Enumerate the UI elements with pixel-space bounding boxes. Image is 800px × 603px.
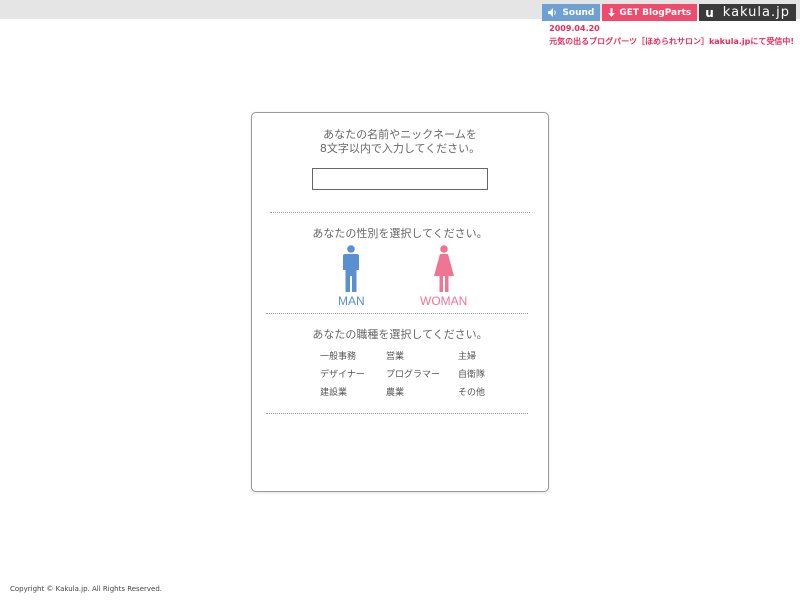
news-date: 2009.04.20 xyxy=(549,24,600,33)
kakula-link[interactable]: u kakula.jp xyxy=(699,4,796,21)
name-input[interactable] xyxy=(312,168,488,190)
job-option[interactable]: 営業 xyxy=(386,351,458,363)
man-icon xyxy=(343,245,360,292)
sound-label: Sound xyxy=(562,7,595,18)
kakula-label: kakula.jp xyxy=(722,5,790,20)
man-label: MAN xyxy=(338,294,365,308)
top-buttons: Sound GET BlogParts u kakula.jp xyxy=(542,4,796,21)
job-option[interactable]: 一般事務 xyxy=(320,351,386,363)
kakula-logo-icon: u xyxy=(705,5,715,20)
job-option[interactable]: 主婦 xyxy=(458,351,520,363)
job-option[interactable]: 建設業 xyxy=(320,387,386,399)
blogparts-label: GET BlogParts xyxy=(619,7,692,18)
name-prompt-line1: あなたの名前やニックネームを xyxy=(323,128,477,141)
gender-man-option[interactable]: MAN xyxy=(338,245,365,308)
job-option[interactable]: 自衛隊 xyxy=(458,369,520,381)
copyright: Copyright © Kakula.jp. All Rights Reserv… xyxy=(10,585,162,593)
profile-form-panel: あなたの名前やニックネームを 8文字以内で入力してください。 あなたの性別を選択… xyxy=(251,112,549,492)
job-option[interactable]: 農業 xyxy=(386,387,458,399)
gender-prompt: あなたの性別を選択してください。 xyxy=(312,227,488,240)
divider xyxy=(266,413,528,414)
name-prompt: あなたの名前やニックネームを 8文字以内で入力してください。 xyxy=(252,128,548,156)
news-text: 元気の出るブログパーツ［ほめられサロン］kakula.jpにて受信中! xyxy=(549,37,794,46)
download-arrow-icon xyxy=(608,8,616,17)
job-options: 一般事務 営業 主婦 デザイナー プログラマー 自衛隊 建設業 農業 その他 xyxy=(320,351,520,399)
gender-woman-option[interactable]: WOMAN xyxy=(420,245,467,308)
woman-icon xyxy=(433,245,454,292)
job-prompt: あなたの職種を選択してください。 xyxy=(312,328,488,341)
speaker-icon xyxy=(548,8,557,17)
get-blogparts-button[interactable]: GET BlogParts xyxy=(602,4,698,21)
divider xyxy=(266,313,528,314)
job-option[interactable]: その他 xyxy=(458,387,520,399)
job-option[interactable]: プログラマー xyxy=(386,369,458,381)
news-ticker[interactable]: 2009.04.20 元気の出るブログパーツ［ほめられサロン］kakula.jp… xyxy=(549,22,794,48)
sound-button[interactable]: Sound xyxy=(542,4,601,21)
woman-label: WOMAN xyxy=(420,294,468,308)
job-option[interactable]: デザイナー xyxy=(320,369,386,381)
divider xyxy=(270,212,530,213)
name-prompt-line2: 8文字以内で入力してください。 xyxy=(319,142,481,155)
